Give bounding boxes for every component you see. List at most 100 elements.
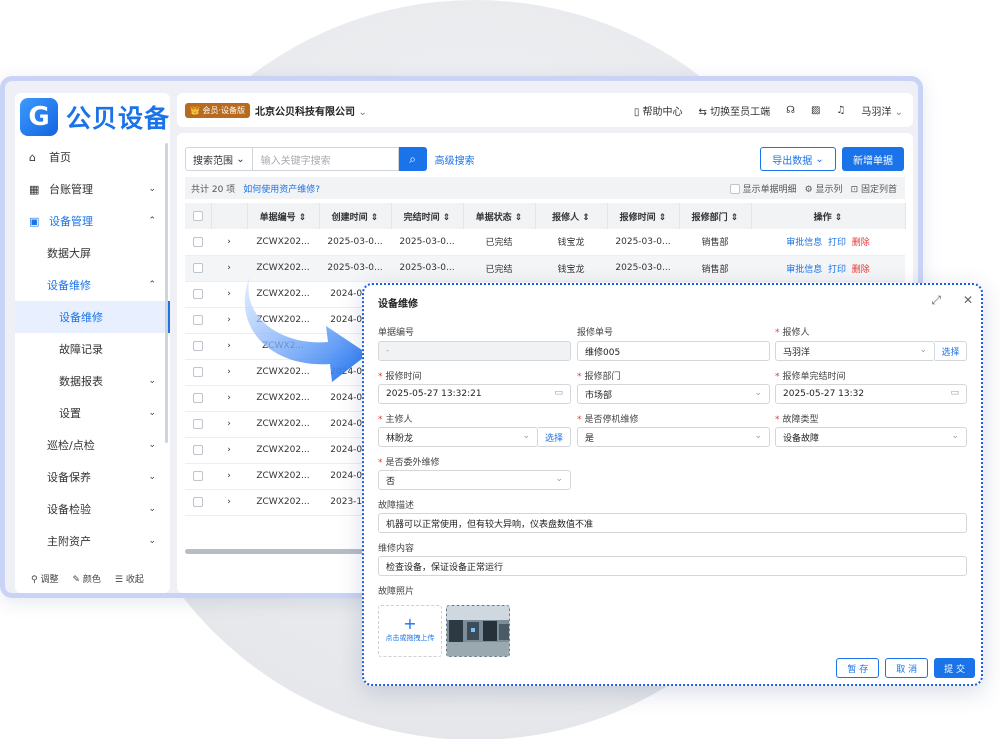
doc-number-link[interactable]: ZCWX202... <box>247 385 319 412</box>
collapse-button[interactable]: ☰ 收起 <box>115 572 144 585</box>
column-header[interactable]: 单据编号 ⇕ <box>247 203 320 229</box>
color-button[interactable]: ✎ 颜色 <box>72 572 100 585</box>
content-field[interactable]: 检查设备，保证设备正常运行 <box>378 556 967 576</box>
sidebar-item-device-mgmt[interactable]: ▣ 设备管理 ⌃ <box>15 205 170 237</box>
checkbox[interactable] <box>729 184 740 194</box>
reporter-pick-button[interactable]: 选择 <box>935 341 967 361</box>
bell-icon[interactable]: ♫ <box>836 105 845 116</box>
column-header[interactable]: 完结时间 ⇕ <box>391 203 464 229</box>
row-checkbox[interactable] <box>185 359 211 386</box>
reporter-select[interactable]: 马羽洋 ⌄ <box>775 341 935 361</box>
fault-photo-thumbnail[interactable] <box>446 605 510 657</box>
user-menu[interactable]: 马羽洋 ⌄ <box>861 103 903 118</box>
stop-select[interactable]: 是 ⌄ <box>577 427 770 447</box>
sidebar-item-fault-records[interactable]: 故障记录 <box>15 333 170 365</box>
outsource-select[interactable]: 否 ⌄ <box>378 470 571 490</box>
repair-no-field[interactable]: 维修005 <box>577 341 770 361</box>
column-header[interactable]: 报修时间 ⇕ <box>607 203 680 229</box>
doc-number-link[interactable]: ZCWX202... <box>247 229 319 256</box>
sidebar-item-dashboard[interactable]: 数据大屏 <box>15 237 170 269</box>
doc-number-link[interactable]: ZCWX202... <box>247 437 319 464</box>
repairer-select[interactable]: 林盼龙 ⌄ <box>378 427 538 447</box>
sidebar-item-repair-group[interactable]: 设备维修 ⌃ <box>15 269 170 301</box>
doc-number-link[interactable]: ZCWX202... <box>247 463 319 490</box>
sidebar-scrollbar[interactable] <box>165 143 168 443</box>
row-checkbox[interactable] <box>185 463 211 490</box>
reporter-cell: 钱宝龙 <box>535 255 607 282</box>
image-icon[interactable]: ▨ <box>811 105 820 116</box>
dept-select[interactable]: 市场部 ⌄ <box>577 384 770 404</box>
doc-number-link[interactable]: ZCWX202... <box>247 411 319 438</box>
print-link[interactable]: 打印 <box>828 265 846 275</box>
expand-row-icon[interactable]: › <box>211 489 247 516</box>
sidebar-item-testing[interactable]: 设备检验 ⌄ <box>15 493 170 525</box>
row-checkbox[interactable] <box>185 229 211 256</box>
approval-info-link[interactable]: 审批信息 <box>786 238 822 248</box>
column-header[interactable]: 报修部门 ⇕ <box>679 203 752 229</box>
column-header[interactable]: 创建时间 ⇕ <box>319 203 392 229</box>
save-draft-button[interactable]: 暂 存 <box>836 658 880 678</box>
expand-row-icon[interactable]: › <box>211 229 247 256</box>
status-cell: 已完结 <box>463 229 535 256</box>
search-button[interactable]: ⌕ <box>398 147 427 171</box>
sidebar-item-assets[interactable]: 主附资产 ⌄ <box>15 525 170 557</box>
row-checkbox[interactable] <box>185 281 211 308</box>
show-detail-toggle[interactable]: 显示单据明细 <box>729 182 797 195</box>
row-checkbox[interactable] <box>185 411 211 438</box>
sidebar-item-settings[interactable]: 设置 ⌄ <box>15 397 170 429</box>
delete-link[interactable]: 删除 <box>852 238 870 248</box>
row-checkbox[interactable] <box>185 437 211 464</box>
help-center-link[interactable]: ▯ 帮助中心 <box>634 103 683 118</box>
table-options: 显示单据明细 ⚙ 显示列 ⊡ 固定列首 <box>729 182 897 195</box>
finish-time-label: * 报修单完结时间 <box>775 372 846 382</box>
expand-row-icon[interactable]: › <box>211 385 247 412</box>
search-input[interactable]: 输入关键字搜索 <box>252 147 399 171</box>
row-checkbox[interactable] <box>185 307 211 334</box>
expand-row-icon[interactable]: › <box>211 463 247 490</box>
expand-row-icon[interactable]: › <box>211 411 247 438</box>
sidebar-item-inspection[interactable]: 巡检/点检 ⌄ <box>15 429 170 461</box>
row-checkbox[interactable] <box>185 255 211 282</box>
chevron-up-icon: ⌃ <box>148 216 156 226</box>
company-selector[interactable]: 北京公贝科技有限公司 ⌄ <box>255 103 367 118</box>
report-time-field[interactable]: 2025-05-27 13:32:21 ▭ <box>378 384 571 404</box>
row-checkbox[interactable] <box>185 333 211 360</box>
row-checkbox[interactable] <box>185 385 211 412</box>
fix-columns-button[interactable]: ⊡ 固定列首 <box>851 182 897 195</box>
export-button[interactable]: 导出数据 ⌄ <box>760 147 836 171</box>
submit-button[interactable]: 提 交 <box>934 658 975 678</box>
expand-row-icon[interactable]: › <box>211 437 247 464</box>
sidebar-footer: ⚲ 调整 ✎ 颜色 ☰ 收起 <box>31 572 144 585</box>
column-header[interactable]: 单据状态 ⇕ <box>463 203 536 229</box>
print-link[interactable]: 打印 <box>828 238 846 248</box>
finish-time-field[interactable]: 2025-05-27 13:32 ▭ <box>775 384 967 404</box>
expand-icon[interactable]: ⤢ <box>931 293 941 308</box>
cancel-button[interactable]: 取 消 <box>885 658 929 678</box>
adjust-button[interactable]: ⚲ 调整 <box>31 572 58 585</box>
close-icon[interactable]: ✕ <box>963 293 973 308</box>
headset-icon[interactable]: ☊ <box>786 105 795 116</box>
select-all-checkbox[interactable] <box>185 203 212 229</box>
show-columns-button[interactable]: ⚙ 显示列 <box>805 182 843 195</box>
column-header[interactable]: 报修人 ⇕ <box>535 203 608 229</box>
table-row[interactable]: › ZCWX202... 2025-03-0... 2025-03-0... 已完结 钱宝… <box>185 229 905 256</box>
sidebar-item-ledger[interactable]: ▦ 台账管理 ⌄ <box>15 173 170 205</box>
doc-number-link[interactable]: ZCWX202... <box>247 489 319 516</box>
sidebar-item-home[interactable]: ⌂ 首页 <box>15 141 170 173</box>
sidebar-item-repair[interactable]: 设备维修 <box>15 301 170 333</box>
help-link[interactable]: 如何使用资产维修? <box>243 182 320 195</box>
advanced-search-link[interactable]: 高级搜索 <box>435 152 475 167</box>
search-scope-select[interactable]: 搜索范围 ⌄ <box>185 147 253 171</box>
repairer-pick-button[interactable]: 选择 <box>538 427 571 447</box>
sidebar-item-reports[interactable]: 数据报表 ⌄ <box>15 365 170 397</box>
approval-info-link[interactable]: 审批信息 <box>786 265 822 275</box>
upload-area[interactable]: + 点击或拖拽上传 <box>378 605 442 657</box>
add-document-button[interactable]: 新增单据 <box>842 147 904 171</box>
sidebar-item-maintenance[interactable]: 设备保养 ⌄ <box>15 461 170 493</box>
switch-employee-link[interactable]: ⇆ 切换至员工端 <box>699 103 771 118</box>
fault-type-select[interactable]: 设备故障 ⌄ <box>775 427 967 447</box>
row-checkbox[interactable] <box>185 489 211 516</box>
delete-link[interactable]: 删除 <box>852 265 870 275</box>
fault-desc-field[interactable]: 机器可以正常使用，但有较大异响，仪表盘数值不准 <box>378 513 967 533</box>
column-header[interactable]: 操作 ⇕ <box>751 203 906 229</box>
